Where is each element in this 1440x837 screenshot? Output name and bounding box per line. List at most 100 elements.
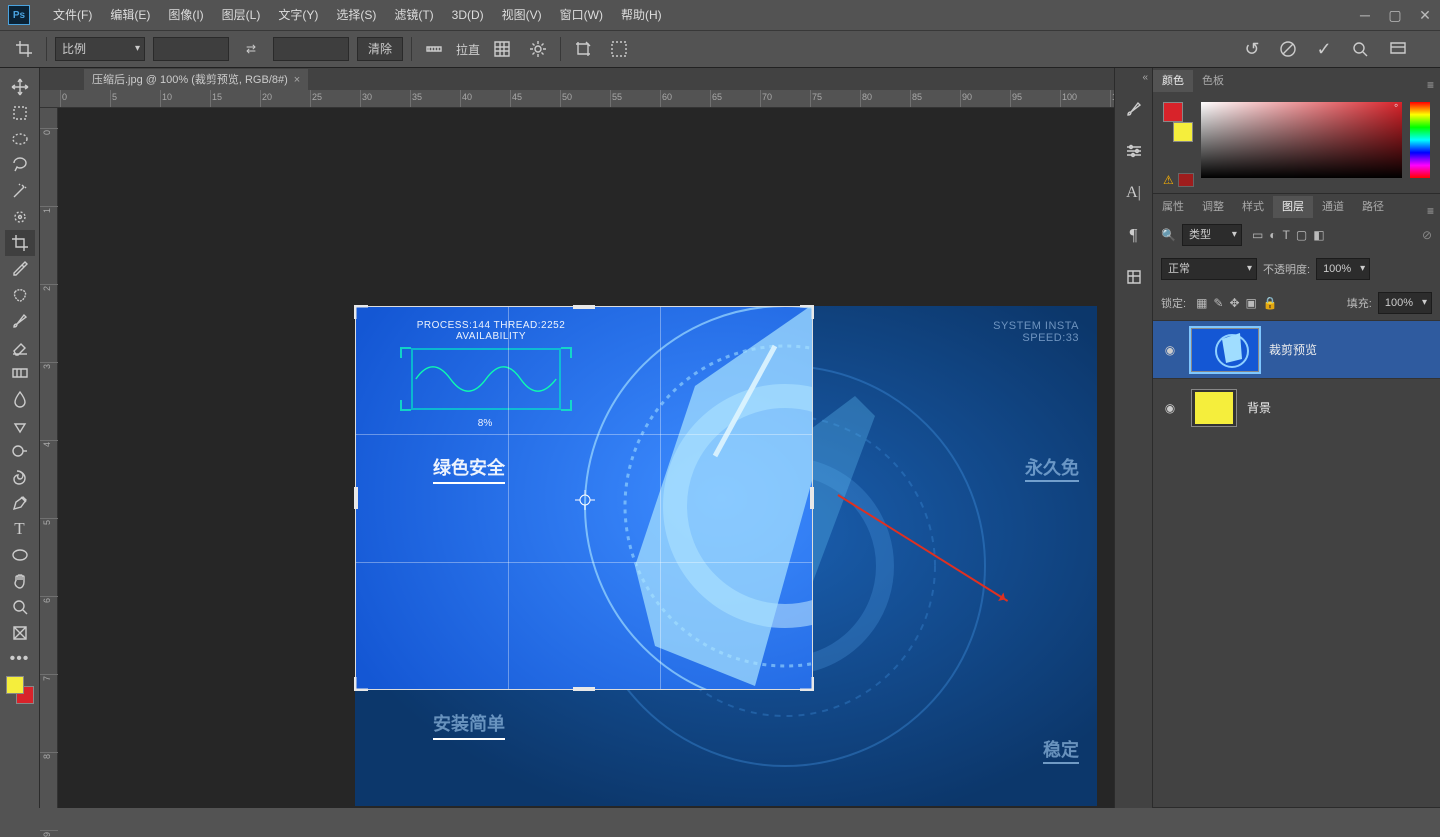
lock-transparency-icon[interactable]: ▦	[1196, 296, 1207, 310]
tab-swatches[interactable]: 色板	[1193, 70, 1233, 92]
tab-layers[interactable]: 图层	[1273, 196, 1313, 218]
tab-channels[interactable]: 通道	[1313, 196, 1353, 218]
crop-tool[interactable]	[5, 230, 35, 256]
lasso-tool[interactable]	[5, 152, 35, 178]
panel-menu-icon[interactable]: ≡	[1421, 78, 1440, 92]
tab-paths[interactable]: 路径	[1353, 196, 1393, 218]
layer-row[interactable]: ◉ 背景	[1153, 378, 1440, 436]
filter-toggle[interactable]: ⊘	[1422, 228, 1432, 242]
panel-menu-icon[interactable]: ≡	[1421, 204, 1440, 218]
gradient-tool[interactable]	[5, 360, 35, 386]
magic-wand-tool[interactable]	[5, 178, 35, 204]
window-close[interactable]: ✕	[1410, 4, 1440, 26]
burn-tool[interactable]	[5, 464, 35, 490]
lock-all-icon[interactable]: 🔒	[1263, 296, 1278, 310]
lock-position-icon[interactable]: ✥	[1229, 296, 1239, 310]
crop-ratio-select[interactable]: 比例	[55, 37, 145, 61]
commit-crop-icon[interactable]: ✓	[1310, 35, 1338, 63]
document-tab[interactable]: 压缩后.jpg @ 100% (裁剪预览, RGB/8#) ×	[84, 69, 308, 91]
tab-styles[interactable]: 样式	[1233, 196, 1273, 218]
gear-icon[interactable]	[524, 35, 552, 63]
filter-search-icon[interactable]: 🔍	[1161, 228, 1176, 242]
eyedropper-tool[interactable]	[5, 256, 35, 282]
menu-view[interactable]: 视图(V)	[493, 0, 551, 30]
overlay-grid-icon[interactable]	[488, 35, 516, 63]
fill-input[interactable]: 100%	[1378, 292, 1432, 314]
dock-brush-icon[interactable]	[1121, 96, 1147, 122]
move-tool[interactable]	[5, 74, 35, 100]
quick-select-tool[interactable]	[5, 204, 35, 230]
artboard-tool[interactable]	[5, 620, 35, 646]
layer-filter-select[interactable]: 类型	[1182, 224, 1242, 246]
dock-adjust-icon[interactable]	[1121, 138, 1147, 164]
crop-tool-icon[interactable]	[10, 35, 38, 63]
filter-type-icon[interactable]: T	[1283, 228, 1290, 242]
menu-edit[interactable]: 编辑(E)	[101, 0, 159, 30]
blend-mode-select[interactable]: 正常	[1161, 258, 1257, 280]
color-fgbg-swatch[interactable]	[1163, 102, 1193, 142]
cancel-crop-icon[interactable]	[1274, 35, 1302, 63]
layer-name[interactable]: 裁剪预览	[1269, 341, 1317, 358]
ellipse-marquee-tool[interactable]	[5, 126, 35, 152]
screen-mode-icon[interactable]	[1384, 35, 1412, 63]
menu-window[interactable]: 窗口(W)	[551, 0, 612, 30]
visibility-toggle[interactable]: ◉	[1159, 343, 1181, 357]
type-tool[interactable]: T	[5, 516, 35, 542]
eraser-tool[interactable]	[5, 334, 35, 360]
layer-name[interactable]: 背景	[1247, 399, 1271, 416]
clear-ratio-button[interactable]: 清除	[357, 37, 403, 61]
menu-filter[interactable]: 滤镜(T)	[385, 0, 442, 30]
filter-shape-icon[interactable]: ▢	[1296, 228, 1307, 242]
menu-file[interactable]: 文件(F)	[44, 0, 101, 30]
menu-3d[interactable]: 3D(D)	[443, 0, 493, 30]
crop-height-input[interactable]	[273, 37, 349, 61]
filter-smart-icon[interactable]: ◧	[1313, 228, 1324, 242]
brush-tool[interactable]	[5, 308, 35, 334]
blur-tool[interactable]	[5, 386, 35, 412]
menu-help[interactable]: 帮助(H)	[612, 0, 671, 30]
dock-paragraph-icon[interactable]: ¶	[1121, 222, 1147, 248]
tab-color[interactable]: 颜色	[1153, 70, 1193, 92]
window-minimize[interactable]: ─	[1350, 4, 1380, 26]
rect-marquee-tool[interactable]	[5, 100, 35, 126]
tab-adjustments[interactable]: 调整	[1193, 196, 1233, 218]
color-fg-bg[interactable]	[6, 676, 34, 704]
opacity-input[interactable]: 100%	[1316, 258, 1370, 280]
visibility-toggle[interactable]: ◉	[1159, 401, 1181, 415]
patch-tool[interactable]	[5, 282, 35, 308]
hue-slider[interactable]	[1410, 102, 1430, 178]
dock-library-icon[interactable]	[1121, 264, 1147, 290]
layer-thumbnail[interactable]	[1191, 328, 1259, 372]
crop-border[interactable]	[355, 306, 813, 690]
menu-select[interactable]: 选择(S)	[327, 0, 385, 30]
close-tab-icon[interactable]: ×	[294, 69, 300, 91]
delete-cropped-icon[interactable]	[569, 35, 597, 63]
ruler-vertical[interactable]: 0123456789	[40, 108, 58, 808]
straighten-icon[interactable]	[420, 35, 448, 63]
filter-image-icon[interactable]: ▭	[1252, 228, 1263, 242]
reset-crop-icon[interactable]: ↺	[1238, 35, 1266, 63]
swap-dimensions-icon[interactable]: ⇄	[237, 35, 265, 63]
tab-properties[interactable]: 属性	[1153, 196, 1193, 218]
pen-tool[interactable]	[5, 490, 35, 516]
dodge-tool[interactable]	[5, 438, 35, 464]
color-field[interactable]: ◦	[1201, 102, 1402, 178]
lock-image-icon[interactable]: ✎	[1213, 296, 1223, 310]
canvas-area[interactable]: 安装简单 永久免 稳定 SYSTEM INSTA SPEED:33	[58, 108, 1150, 808]
more-tools[interactable]: •••	[5, 646, 35, 672]
menu-image[interactable]: 图像(I)	[159, 0, 212, 30]
layer-row[interactable]: ◉ 裁剪预览	[1153, 320, 1440, 378]
search-icon[interactable]	[1346, 35, 1374, 63]
shape-ellipse-tool[interactable]	[5, 542, 35, 568]
content-aware-icon[interactable]	[605, 35, 633, 63]
layer-thumbnail[interactable]	[1191, 389, 1237, 427]
hand-tool[interactable]	[5, 568, 35, 594]
window-maximize[interactable]: ▢	[1380, 4, 1410, 26]
zoom-tool[interactable]	[5, 594, 35, 620]
dock-collapse[interactable]: «	[1142, 72, 1148, 83]
smudge-tool[interactable]	[5, 412, 35, 438]
ruler-horizontal[interactable]: 0510152025303540455055606570758085909510…	[40, 90, 1150, 108]
menu-layer[interactable]: 图层(L)	[213, 0, 270, 30]
crop-width-input[interactable]	[153, 37, 229, 61]
filter-adjust-icon[interactable]: ◐	[1269, 228, 1276, 242]
